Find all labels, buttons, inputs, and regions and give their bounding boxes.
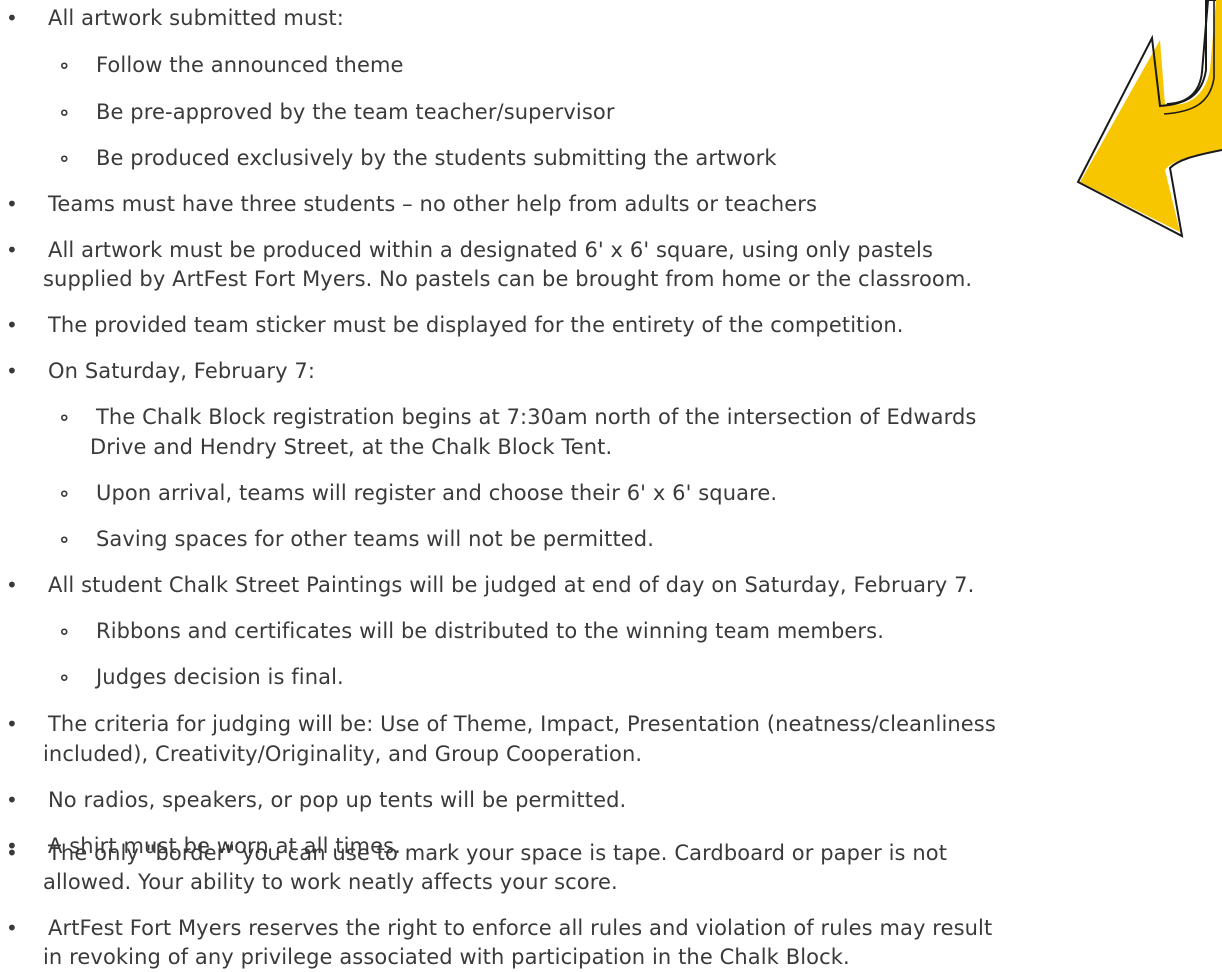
sub-bullet-icon: ∘ xyxy=(58,405,71,429)
list-item-text: All student Chalk Street Paintings will … xyxy=(48,573,975,597)
yellow-arrow-icon xyxy=(1076,0,1222,238)
list-item-text: Drive and Hendry Street, at the Chalk Bl… xyxy=(90,435,613,459)
bullet-icon: • xyxy=(6,788,18,812)
list-item-text: The provided team sticker must be displa… xyxy=(48,313,904,337)
bullet-icon: • xyxy=(6,192,18,216)
bullet-icon: • xyxy=(6,573,18,597)
list-item-text: No radios, speakers, or pop up tents wil… xyxy=(48,788,627,812)
list-item-text: ArtFest Fort Myers reserves the right to… xyxy=(48,916,993,940)
sub-bullet-icon: ∘ xyxy=(58,619,71,643)
list-item-text: All artwork submitted must: xyxy=(48,6,344,30)
list-item-text: Ribbons and certificates will be distrib… xyxy=(96,619,884,643)
list-item-text: Teams must have three students – no othe… xyxy=(48,192,818,216)
rules-document: • All artwork submitted must: ∘ Follow the … xyxy=(0,0,1222,969)
sub-bullet-icon: ∘ xyxy=(58,53,71,77)
list-item-text: The criteria for judging will be: Use of… xyxy=(48,712,996,736)
list-item-text: The Chalk Block registration begins at 7… xyxy=(96,405,977,429)
bullet-icon: • xyxy=(6,6,18,30)
sub-bullet-icon: ∘ xyxy=(58,665,71,689)
list-item-text: included), Creativity/Originality, and G… xyxy=(43,742,643,766)
list-item-text: All artwork must be produced within a de… xyxy=(48,238,934,262)
sub-bullet-icon: ∘ xyxy=(58,100,71,124)
list-item-text: Be produced exclusively by the students … xyxy=(96,146,777,170)
list-item-text: Upon arrival, teams will register and ch… xyxy=(96,481,778,505)
sub-bullet-icon: ∘ xyxy=(58,527,71,551)
list-item-text: Judges decision is final. xyxy=(96,665,344,689)
list-item-text: allowed. Your ability to work neatly aff… xyxy=(43,870,618,894)
bullet-icon: • xyxy=(6,238,18,262)
list-item-text: Saving spaces for other teams will not b… xyxy=(96,527,655,551)
list-item-text: Be pre-approved by the team teacher/supe… xyxy=(96,100,615,124)
bullet-icon: • xyxy=(6,313,18,337)
bullet-icon: • xyxy=(6,841,18,865)
list-item-text: The only "border" you can use to mark yo… xyxy=(48,841,948,865)
bullet-icon: • xyxy=(6,916,18,940)
sub-bullet-icon: ∘ xyxy=(58,481,71,505)
sub-bullet-icon: ∘ xyxy=(58,146,71,170)
list-item-text: On Saturday, February 7: xyxy=(48,359,316,383)
bullet-icon: • xyxy=(6,712,18,736)
list-item-text: in revoking of any privilege associated … xyxy=(43,945,850,969)
list-item-text: supplied by ArtFest Fort Myers. No paste… xyxy=(43,267,973,291)
list-item-text: Follow the announced theme xyxy=(96,53,404,77)
bullet-icon: • xyxy=(6,359,18,383)
